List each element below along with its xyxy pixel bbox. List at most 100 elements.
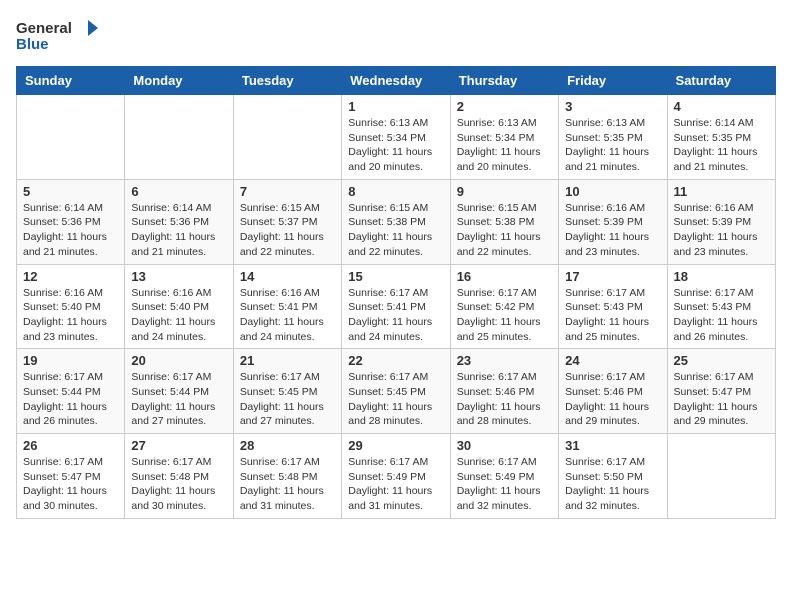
day-number: 28	[240, 438, 335, 453]
weekday-header-tuesday: Tuesday	[233, 67, 341, 95]
day-number: 11	[674, 184, 769, 199]
calendar-week-row: 1 Sunrise: 6:13 AMSunset: 5:34 PMDaylight…	[17, 95, 776, 180]
day-info: Sunrise: 6:17 AMSunset: 5:41 PMDaylight:…	[348, 286, 443, 345]
day-info: Sunrise: 6:17 AMSunset: 5:49 PMDaylight:…	[348, 455, 443, 514]
calendar-day-cell: 26 Sunrise: 6:17 AMSunset: 5:47 PMDayligh…	[17, 434, 125, 519]
day-info: Sunrise: 6:15 AMSunset: 5:38 PMDaylight:…	[348, 201, 443, 260]
calendar-day-cell: 22Sunrise: 6:17 AMSunset: 5:45 PMDayligh…	[342, 349, 450, 434]
calendar-table: SundayMondayTuesdayWednesdayThursdayFrid…	[16, 66, 776, 519]
calendar-day-cell: 9Sunrise: 6:15 AMSunset: 5:38 PMDaylight…	[450, 179, 558, 264]
day-info: Sunrise: 6:17 AMSunset: 5:47 PMDaylight:…	[23, 455, 118, 514]
weekday-header-monday: Monday	[125, 67, 233, 95]
calendar-day-cell: 21 Sunrise: 6:17 AMSunset: 5:45 PMDayligh…	[233, 349, 341, 434]
calendar-day-cell: 5 Sunrise: 6:14 AMSunset: 5:36 PMDaylight…	[17, 179, 125, 264]
calendar-day-cell: 16Sunrise: 6:17 AMSunset: 5:42 PMDayligh…	[450, 264, 558, 349]
calendar-day-cell: 7 Sunrise: 6:15 AMSunset: 5:37 PMDaylight…	[233, 179, 341, 264]
day-info: Sunrise: 6:13 AMSunset: 5:34 PMDaylight:…	[348, 116, 443, 175]
day-info: Sunrise: 6:16 AMSunset: 5:39 PMDaylight:…	[565, 201, 660, 260]
day-number: 30	[457, 438, 552, 453]
day-info: Sunrise: 6:17 AMSunset: 5:48 PMDaylight:…	[131, 455, 226, 514]
day-info: Sunrise: 6:17 AMSunset: 5:45 PMDaylight:…	[348, 370, 443, 429]
empty-day-cell	[233, 95, 341, 180]
calendar-day-cell: 18 Sunrise: 6:17 AMSunset: 5:43 PMDayligh…	[667, 264, 775, 349]
day-info: Sunrise: 6:17 AMSunset: 5:43 PMDaylight:…	[565, 286, 660, 345]
day-number: 2	[457, 99, 552, 114]
day-number: 17	[565, 269, 660, 284]
day-info: Sunrise: 6:14 AMSunset: 5:35 PMDaylight:…	[674, 116, 769, 175]
day-number: 23	[457, 353, 552, 368]
weekday-header-thursday: Thursday	[450, 67, 558, 95]
calendar-day-cell: 24 Sunrise: 6:17 AMSunset: 5:46 PMDayligh…	[559, 349, 667, 434]
day-info: Sunrise: 6:17 AMSunset: 5:46 PMDaylight:…	[457, 370, 552, 429]
day-number: 8	[348, 184, 443, 199]
calendar-week-row: 12 Sunrise: 6:16 AMSunset: 5:40 PMDayligh…	[17, 264, 776, 349]
day-info: Sunrise: 6:16 AMSunset: 5:40 PMDaylight:…	[131, 286, 226, 345]
day-info: Sunrise: 6:17 AMSunset: 5:44 PMDaylight:…	[131, 370, 226, 429]
day-number: 21	[240, 353, 335, 368]
day-info: Sunrise: 6:17 AMSunset: 5:44 PMDaylight:…	[23, 370, 118, 429]
calendar-day-cell: 4Sunrise: 6:14 AMSunset: 5:35 PMDaylight…	[667, 95, 775, 180]
day-number: 15	[348, 269, 443, 284]
day-info: Sunrise: 6:17 AMSunset: 5:43 PMDaylight:…	[674, 286, 769, 345]
day-number: 10	[565, 184, 660, 199]
day-info: Sunrise: 6:17 AMSunset: 5:42 PMDaylight:…	[457, 286, 552, 345]
weekday-header-friday: Friday	[559, 67, 667, 95]
calendar-day-cell: 27Sunrise: 6:17 AMSunset: 5:48 PMDayligh…	[125, 434, 233, 519]
day-info: Sunrise: 6:15 AMSunset: 5:37 PMDaylight:…	[240, 201, 335, 260]
day-number: 26	[23, 438, 118, 453]
calendar-week-row: 5 Sunrise: 6:14 AMSunset: 5:36 PMDaylight…	[17, 179, 776, 264]
day-info: Sunrise: 6:14 AMSunset: 5:36 PMDaylight:…	[23, 201, 118, 260]
calendar-day-cell: 14Sunrise: 6:16 AMSunset: 5:41 PMDayligh…	[233, 264, 341, 349]
empty-day-cell	[667, 434, 775, 519]
day-number: 25	[674, 353, 769, 368]
day-number: 29	[348, 438, 443, 453]
calendar-week-row: 26 Sunrise: 6:17 AMSunset: 5:47 PMDayligh…	[17, 434, 776, 519]
calendar-day-cell: 11 Sunrise: 6:16 AMSunset: 5:39 PMDayligh…	[667, 179, 775, 264]
calendar-day-cell: 20 Sunrise: 6:17 AMSunset: 5:44 PMDayligh…	[125, 349, 233, 434]
day-info: Sunrise: 6:13 AMSunset: 5:34 PMDaylight:…	[457, 116, 552, 175]
weekday-header-saturday: Saturday	[667, 67, 775, 95]
day-number: 3	[565, 99, 660, 114]
calendar-day-cell: 8 Sunrise: 6:15 AMSunset: 5:38 PMDaylight…	[342, 179, 450, 264]
calendar-day-cell: 15 Sunrise: 6:17 AMSunset: 5:41 PMDayligh…	[342, 264, 450, 349]
day-number: 1	[348, 99, 443, 114]
logo-svg: GeneralBlue	[16, 16, 106, 54]
day-info: Sunrise: 6:15 AMSunset: 5:38 PMDaylight:…	[457, 201, 552, 260]
calendar-day-cell: 13 Sunrise: 6:16 AMSunset: 5:40 PMDayligh…	[125, 264, 233, 349]
calendar-day-cell: 12Sunrise: 6:16 AMSunset: 5:40 PMDayligh…	[17, 264, 125, 349]
calendar-day-cell: 6Sunrise: 6:14 AMSunset: 5:36 PMDaylight…	[125, 179, 233, 264]
calendar-day-cell: 23 Sunrise: 6:17 AMSunset: 5:46 PMDayligh…	[450, 349, 558, 434]
day-info: Sunrise: 6:17 AMSunset: 5:46 PMDaylight:…	[565, 370, 660, 429]
day-number: 13	[131, 269, 226, 284]
day-info: Sunrise: 6:17 AMSunset: 5:48 PMDaylight:…	[240, 455, 335, 514]
calendar-day-cell: 31Sunrise: 6:17 AMSunset: 5:50 PMDayligh…	[559, 434, 667, 519]
calendar-day-cell: 3Sunrise: 6:13 AMSunset: 5:35 PMDaylight…	[559, 95, 667, 180]
day-number: 20	[131, 353, 226, 368]
day-number: 18	[674, 269, 769, 284]
calendar-day-cell: 17 Sunrise: 6:17 AMSunset: 5:43 PMDayligh…	[559, 264, 667, 349]
empty-day-cell	[17, 95, 125, 180]
day-info: Sunrise: 6:16 AMSunset: 5:39 PMDaylight:…	[674, 201, 769, 260]
day-number: 12	[23, 269, 118, 284]
day-number: 31	[565, 438, 660, 453]
calendar-day-cell: 25 Sunrise: 6:17 AMSunset: 5:47 PMDayligh…	[667, 349, 775, 434]
weekday-header-row: SundayMondayTuesdayWednesdayThursdayFrid…	[17, 67, 776, 95]
calendar-day-cell: 1 Sunrise: 6:13 AMSunset: 5:34 PMDaylight…	[342, 95, 450, 180]
calendar-day-cell: 19Sunrise: 6:17 AMSunset: 5:44 PMDayligh…	[17, 349, 125, 434]
calendar-day-cell: 10 Sunrise: 6:16 AMSunset: 5:39 PMDayligh…	[559, 179, 667, 264]
calendar-day-cell: 29 Sunrise: 6:17 AMSunset: 5:49 PMDayligh…	[342, 434, 450, 519]
calendar-day-cell: 2 Sunrise: 6:13 AMSunset: 5:34 PMDaylight…	[450, 95, 558, 180]
day-info: Sunrise: 6:17 AMSunset: 5:49 PMDaylight:…	[457, 455, 552, 514]
page-header: GeneralBlue	[16, 16, 776, 54]
day-number: 7	[240, 184, 335, 199]
day-number: 24	[565, 353, 660, 368]
calendar-day-cell: 30 Sunrise: 6:17 AMSunset: 5:49 PMDayligh…	[450, 434, 558, 519]
day-info: Sunrise: 6:14 AMSunset: 5:36 PMDaylight:…	[131, 201, 226, 260]
calendar-week-row: 19Sunrise: 6:17 AMSunset: 5:44 PMDayligh…	[17, 349, 776, 434]
logo: GeneralBlue	[16, 16, 106, 54]
day-number: 5	[23, 184, 118, 199]
day-info: Sunrise: 6:17 AMSunset: 5:47 PMDaylight:…	[674, 370, 769, 429]
day-info: Sunrise: 6:17 AMSunset: 5:45 PMDaylight:…	[240, 370, 335, 429]
weekday-header-wednesday: Wednesday	[342, 67, 450, 95]
day-number: 14	[240, 269, 335, 284]
